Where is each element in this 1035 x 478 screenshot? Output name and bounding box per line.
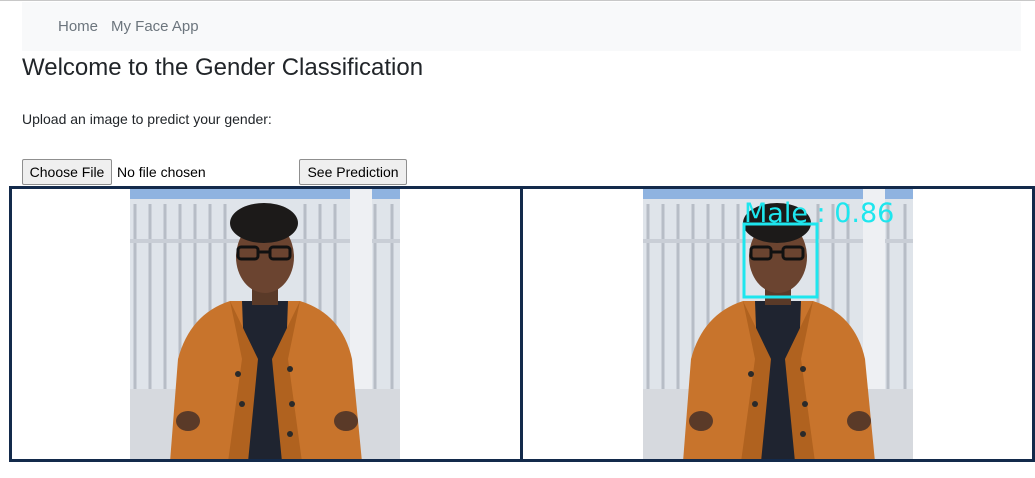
top-border [0,0,1035,1]
see-prediction-button[interactable]: See Prediction [299,159,407,185]
prediction-label: Male : 0.86 [744,198,894,229]
prediction-photo: Male : 0.86 [643,189,913,459]
person-illustration [643,189,913,459]
navbar: Home My Face App [22,2,1021,51]
input-image-panel [9,186,523,462]
person-illustration [130,189,400,459]
page-title: Welcome to the Gender Classification [22,54,424,81]
nav-app-link[interactable]: My Face App [111,18,199,35]
upload-prompt: Upload an image to predict your gender: [22,111,272,127]
nav-home-link[interactable]: Home [58,18,98,35]
file-status-text: No file chosen [117,164,206,180]
prediction-image-panel: Male : 0.86 [520,186,1035,462]
uploaded-photo [130,189,400,459]
choose-file-button[interactable]: Choose File [22,159,112,185]
